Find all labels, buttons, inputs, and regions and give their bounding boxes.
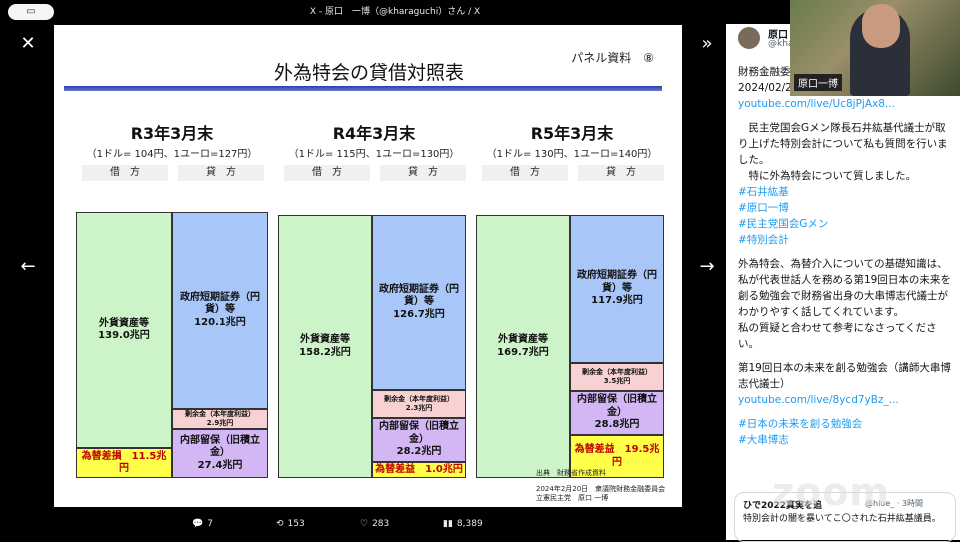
debit-header: 借 方: [82, 165, 168, 181]
liability-box: 政府短期証券（円貨）等 117.9兆円: [570, 215, 664, 363]
post-line: [738, 352, 952, 360]
post-line: 第19回日本の未来を創る勉強会（講師大串博志代議士）: [738, 362, 951, 390]
column-heading: R4年3月末: [332, 124, 416, 143]
post-link[interactable]: #日本の未来を創る勉強会: [738, 416, 952, 432]
asset-box: 外貨資産等 139.0兆円: [76, 212, 172, 448]
window-pill[interactable]: ▭: [8, 4, 54, 20]
post-link[interactable]: #特別会計: [738, 232, 952, 248]
post-action-bar: 💬 7 ⟲ 153 ♡ 283 ▮▮ 8,389: [190, 510, 710, 540]
debit-header: 借 方: [482, 165, 568, 181]
fx-loss-box: 為替差損 11.5兆円: [76, 448, 172, 478]
post-line: 特に外為特会について質しました。: [738, 170, 917, 182]
debit-header: 借 方: [284, 165, 370, 181]
post-link[interactable]: youtube.com/live/8ycd7yBz_...: [738, 392, 952, 408]
credit-header: 貸 方: [178, 165, 264, 181]
speaker-caption: 原口一博: [794, 74, 842, 91]
post-line: 外為特会、為替介入についての基礎知識は、私が代表世話人を務める第19回日本の未来…: [738, 258, 951, 318]
panel-note: パネル資料 ⑧: [571, 51, 654, 65]
window-title: X - 原口 一博（@kharaguchi）さん / X: [309, 7, 481, 17]
views-button[interactable]: ▮▮ 8,389: [443, 519, 483, 529]
avatar[interactable]: [738, 27, 760, 49]
reply-button[interactable]: 💬 7: [192, 519, 213, 529]
post-line: 私の質疑と合わせて参考になさってください。: [738, 322, 937, 350]
surplus-box: 剰余金（本年度利益） 2.9兆円: [172, 409, 268, 429]
exchange-rate: （1ドル= 115円、1ユーロ=130円）: [288, 149, 460, 160]
post-line: [738, 112, 952, 120]
exchange-rate: （1ドル= 104円、1ユーロ=127円）: [86, 149, 258, 160]
reserve-box: 内部留保（旧積立金） 27.4兆円: [172, 429, 268, 478]
title-rule: [64, 86, 662, 91]
liability-box: 政府短期証券（円貨）等 126.7兆円: [372, 215, 466, 390]
source-note: 出典 財務省作成資料: [536, 469, 606, 477]
surplus-box: 剰余金（本年度利益） 2.3兆円: [372, 390, 466, 418]
post-link[interactable]: #原口一博: [738, 200, 952, 216]
video-overlay: 原口一博: [790, 0, 960, 96]
post-line: [738, 248, 952, 256]
credit-header: 貸 方: [578, 165, 664, 181]
column-heading: R3年3月末: [130, 124, 214, 143]
post-detail-panel: 原口 @kha 財務金融委 2024/02/20 youtube.com/live/…: [726, 24, 960, 542]
reserve-box: 内部留保（旧積立金） 28.2兆円: [372, 418, 466, 462]
balance-sheet-r4: R4年3月末 （1ドル= 115円、1ユーロ=130円） 借 方 貸 方 外貨資…: [276, 120, 472, 478]
exchange-rate: （1ドル= 130円、1ユーロ=140円）: [486, 149, 658, 160]
post-link[interactable]: #民主党国会Gメン: [738, 216, 952, 232]
window-title-bar: ▭ X - 原口 一博（@kharaguchi）さん / X: [0, 0, 790, 24]
close-icon[interactable]: ✕: [14, 30, 42, 58]
post-link[interactable]: #大串博志: [738, 432, 952, 448]
arrow-right-icon[interactable]: →: [693, 253, 721, 281]
quote-text: 特別会計の闇を暴いてこ〇された石井紘基議員。: [743, 514, 941, 524]
repost-button[interactable]: ⟲ 153: [276, 519, 305, 529]
speaker-face: [862, 4, 900, 48]
post-link[interactable]: youtube.com/live/Uc8jPjAx8...: [738, 96, 952, 112]
post-text: 財務金融委 2024/02/20 youtube.com/live/Uc8jPjAx…: [738, 64, 952, 448]
balance-sheet-r5: R5年3月末 （1ドル= 130円、1ユーロ=140円） 借 方 貸 方 外貨資…: [474, 120, 670, 478]
post-line: [738, 408, 952, 416]
views-icon: ▮▮: [443, 519, 453, 529]
liability-box: 政府短期証券（円貨）等 120.1兆円: [172, 212, 268, 409]
reply-icon: 💬: [192, 519, 204, 529]
zoom-watermark: zoom: [772, 470, 890, 514]
fx-gain-box: 為替差益 1.0兆円: [372, 462, 466, 478]
balance-sheet-r3: R3年3月末 （1ドル= 104円、1ユーロ=127円） 借 方 貸 方 外貨資…: [74, 120, 270, 478]
slide-image: パネル資料 ⑧ 外為特会の貸借対照表 R3年3月末 （1ドル= 104円、1ユー…: [54, 25, 682, 507]
post-link[interactable]: #石井紘基: [738, 184, 952, 200]
arrow-left-icon[interactable]: ←: [14, 253, 42, 281]
expand-panel-icon[interactable]: »: [693, 30, 721, 58]
like-button[interactable]: ♡ 283: [360, 519, 389, 529]
reserve-box: 内部留保（旧積立金） 28.8兆円: [570, 391, 664, 435]
asset-box: 外貨資産等 158.2兆円: [278, 215, 372, 478]
slide-title: 外為特会の貸借対照表: [274, 62, 465, 84]
post-line: 民主党国会Gメン隊長石井紘基代議士が取り上げた特別会計について私も質問を行いまし…: [738, 122, 948, 166]
footer-note: 2024年2月20日 衆議院財務金融委員会 立憲民主党 原口 一博: [536, 485, 666, 503]
surplus-box: 剰余金（本年度利益） 3.5兆円: [570, 363, 664, 391]
repost-icon: ⟲: [276, 519, 284, 529]
column-heading: R5年3月末: [530, 124, 614, 143]
credit-header: 貸 方: [380, 165, 466, 181]
heart-icon: ♡: [360, 519, 369, 529]
asset-box: 外貨資産等 169.7兆円: [476, 215, 570, 478]
